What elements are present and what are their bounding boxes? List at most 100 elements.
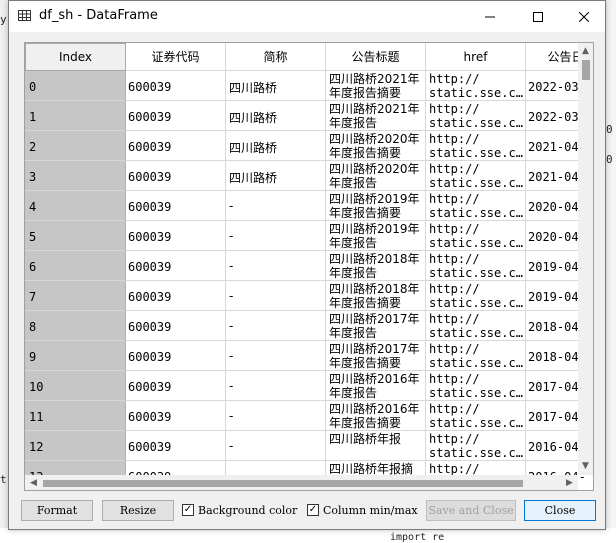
index-cell[interactable]: 1 xyxy=(25,101,126,131)
title-cell[interactable]: 四川路桥2018年 年度报告摘要 xyxy=(326,281,426,311)
code-cell[interactable]: 600039 xyxy=(126,431,226,461)
href-cell[interactable]: http:// static.sse.c… xyxy=(426,131,526,161)
href-cell[interactable]: http:// static.sse.c… xyxy=(426,401,526,431)
code-cell[interactable]: 600039 xyxy=(126,281,226,311)
href-cell[interactable]: http:// static.sse.c… xyxy=(426,281,526,311)
column-header[interactable]: 简称 xyxy=(226,43,326,71)
index-cell[interactable]: 7 xyxy=(25,281,126,311)
background-text: 0 xyxy=(606,123,613,136)
resize-button[interactable]: Resize xyxy=(102,500,174,521)
format-button[interactable]: Format xyxy=(21,500,93,521)
title-cell[interactable]: 四川路桥2019年 年度报告 xyxy=(326,221,426,251)
href-cell[interactable]: http:// static.sse.c… xyxy=(426,251,526,281)
name-cell[interactable]: - xyxy=(226,371,326,401)
title-cell[interactable]: 四川路桥2018年 年度报告 xyxy=(326,251,426,281)
scroll-up-icon[interactable]: ▲ xyxy=(582,46,589,56)
dataframe-table[interactable]: Index 证券代码 简称 公告标题 href 公告日 0 600039 四川路桥 四川路桥20… xyxy=(24,42,594,491)
code-cell[interactable]: 600039 xyxy=(126,311,226,341)
save-and-close-button[interactable]: Save and Close xyxy=(426,500,516,521)
href-cell[interactable]: http:// static.sse.c… xyxy=(426,341,526,371)
column-minmax-checkbox[interactable]: ✓ Column min/max xyxy=(307,502,418,518)
code-cell[interactable]: 600039 xyxy=(126,341,226,371)
index-cell[interactable]: 2 xyxy=(25,131,126,161)
href-cell[interactable]: http:// static.sse.c… xyxy=(426,431,526,461)
title-cell[interactable]: 四川路桥2017年 年度报告摘要 xyxy=(326,341,426,371)
close-icon xyxy=(579,11,589,22)
maximize-icon xyxy=(533,11,543,22)
title-cell[interactable]: 四川路桥2020年 年度报告摘要 xyxy=(326,131,426,161)
name-cell[interactable]: - xyxy=(226,191,326,221)
checkmark-icon: ✓ xyxy=(182,504,194,516)
horizontal-scrollbar[interactable]: ◀ ▶ xyxy=(25,475,578,490)
name-cell[interactable]: - xyxy=(226,431,326,461)
close-window-button[interactable] xyxy=(561,1,607,32)
scroll-right-icon[interactable]: ▶ xyxy=(566,478,573,488)
minimize-button[interactable] xyxy=(467,1,513,32)
column-header[interactable]: Index xyxy=(25,43,126,71)
index-cell[interactable]: 6 xyxy=(25,251,126,281)
code-cell[interactable]: 600039 xyxy=(126,161,226,191)
background-text: 0 xyxy=(606,153,613,166)
table-icon xyxy=(18,10,31,21)
title-cell[interactable]: 四川路桥2017年 年度报告 xyxy=(326,311,426,341)
checkmark-icon: ✓ xyxy=(307,504,319,516)
index-cell[interactable]: 11 xyxy=(25,401,126,431)
name-cell[interactable]: - xyxy=(226,311,326,341)
background-color-label: Background color xyxy=(198,503,298,517)
title-cell[interactable]: 四川路桥2020年 年度报告 xyxy=(326,161,426,191)
href-cell[interactable]: http:// static.sse.c… xyxy=(426,71,526,101)
maximize-button[interactable] xyxy=(515,1,561,32)
code-cell[interactable]: 600039 xyxy=(126,131,226,161)
vertical-scroll-thumb[interactable] xyxy=(582,60,590,80)
code-cell[interactable]: 600039 xyxy=(126,371,226,401)
href-cell[interactable]: http:// static.sse.c… xyxy=(426,221,526,251)
title-cell[interactable]: 四川路桥2016年 年度报告摘要 xyxy=(326,401,426,431)
background-text: y xyxy=(0,13,7,26)
index-cell[interactable]: 12 xyxy=(25,431,126,461)
name-cell[interactable]: - xyxy=(226,221,326,251)
href-cell[interactable]: http:// static.sse.c… xyxy=(426,161,526,191)
index-cell[interactable]: 4 xyxy=(25,191,126,221)
background-text: t xyxy=(0,473,7,486)
code-cell[interactable]: 600039 xyxy=(126,401,226,431)
vertical-scrollbar[interactable]: ▲ ▼ xyxy=(578,43,593,475)
close-button[interactable]: Close xyxy=(524,500,596,521)
index-cell[interactable]: 8 xyxy=(25,311,126,341)
scroll-down-icon[interactable]: ▼ xyxy=(582,461,589,471)
index-cell[interactable]: 0 xyxy=(25,71,126,101)
column-header[interactable]: href xyxy=(426,43,526,71)
title-cell[interactable]: 四川路桥2016年 年度报告 xyxy=(326,371,426,401)
title-cell[interactable]: 四川路桥年报 xyxy=(326,431,426,461)
title-cell[interactable]: 四川路桥2021年 年度报告 xyxy=(326,101,426,131)
name-cell[interactable]: - xyxy=(226,251,326,281)
code-cell[interactable]: 600039 xyxy=(126,251,226,281)
index-cell[interactable]: 3 xyxy=(25,161,126,191)
horizontal-scroll-thumb[interactable] xyxy=(43,480,523,487)
dataframe-window: df_sh - DataFrame Index 证券代码 简称 公告标题 href 公告日… xyxy=(8,0,606,530)
title-cell[interactable]: 四川路桥2019年 年度报告摘要 xyxy=(326,191,426,221)
name-cell[interactable]: 四川路桥 xyxy=(226,161,326,191)
scroll-left-icon[interactable]: ◀ xyxy=(30,478,37,488)
href-cell[interactable]: http:// static.sse.c… xyxy=(426,191,526,221)
background-color-checkbox[interactable]: ✓ Background color xyxy=(182,502,297,518)
title-cell[interactable]: 四川路桥2021年 年度报告摘要 xyxy=(326,71,426,101)
column-header[interactable]: 公告标题 xyxy=(326,43,426,71)
href-cell[interactable]: http:// static.sse.c… xyxy=(426,371,526,401)
index-cell[interactable]: 9 xyxy=(25,341,126,371)
code-cell[interactable]: 600039 xyxy=(126,71,226,101)
column-header[interactable]: 证券代码 xyxy=(126,43,226,71)
column-minmax-label: Column min/max xyxy=(323,503,418,517)
name-cell[interactable]: 四川路桥 xyxy=(226,71,326,101)
name-cell[interactable]: 四川路桥 xyxy=(226,131,326,161)
index-cell[interactable]: 5 xyxy=(25,221,126,251)
href-cell[interactable]: http:// static.sse.c… xyxy=(426,101,526,131)
name-cell[interactable]: - xyxy=(226,341,326,371)
name-cell[interactable]: - xyxy=(226,401,326,431)
href-cell[interactable]: http:// static.sse.c… xyxy=(426,311,526,341)
index-cell[interactable]: 10 xyxy=(25,371,126,401)
code-cell[interactable]: 600039 xyxy=(126,101,226,131)
name-cell[interactable]: - xyxy=(226,281,326,311)
code-cell[interactable]: 600039 xyxy=(126,191,226,221)
code-cell[interactable]: 600039 xyxy=(126,221,226,251)
name-cell[interactable]: 四川路桥 xyxy=(226,101,326,131)
